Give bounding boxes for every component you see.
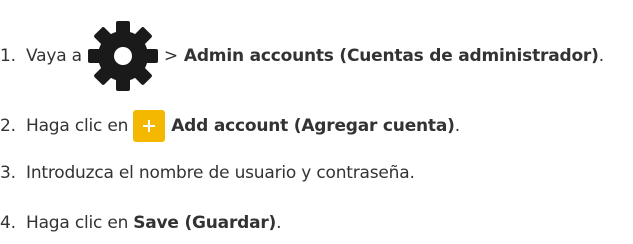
step-text: Haga clic en — [26, 213, 129, 233]
step-number: 4. — [0, 213, 16, 233]
step-text: Introduzca el nombre de usuario y contra… — [26, 163, 415, 183]
step-punctuation: . — [276, 213, 282, 233]
step-number: 3. — [0, 163, 16, 183]
step-1: 1. Vaya a > Admin accounts (Cuentas de a… — [0, 19, 604, 93]
menu-path-admin-accounts: Admin accounts (Cuentas de administrador… — [183, 46, 599, 66]
separator: > — [163, 46, 178, 66]
step-2: 2. Haga clic en Add account (Agregar cue… — [0, 110, 460, 142]
step-punctuation: . — [598, 46, 604, 66]
step-punctuation: . — [454, 116, 460, 136]
step-4: 4. Haga clic en Save (Guardar) . — [0, 212, 282, 234]
step-number: 1. — [0, 46, 16, 66]
add-account-label: Add account (Agregar cuenta) — [171, 116, 455, 136]
step-text: Vaya a — [26, 46, 82, 66]
step-text: Haga clic en — [26, 116, 129, 136]
step-number: 2. — [0, 116, 16, 136]
save-label: Save (Guardar) — [133, 213, 277, 233]
step-3: 3. Introduzca el nombre de usuario y con… — [0, 162, 415, 184]
gear-icon — [86, 19, 160, 93]
add-button-icon — [133, 110, 166, 142]
